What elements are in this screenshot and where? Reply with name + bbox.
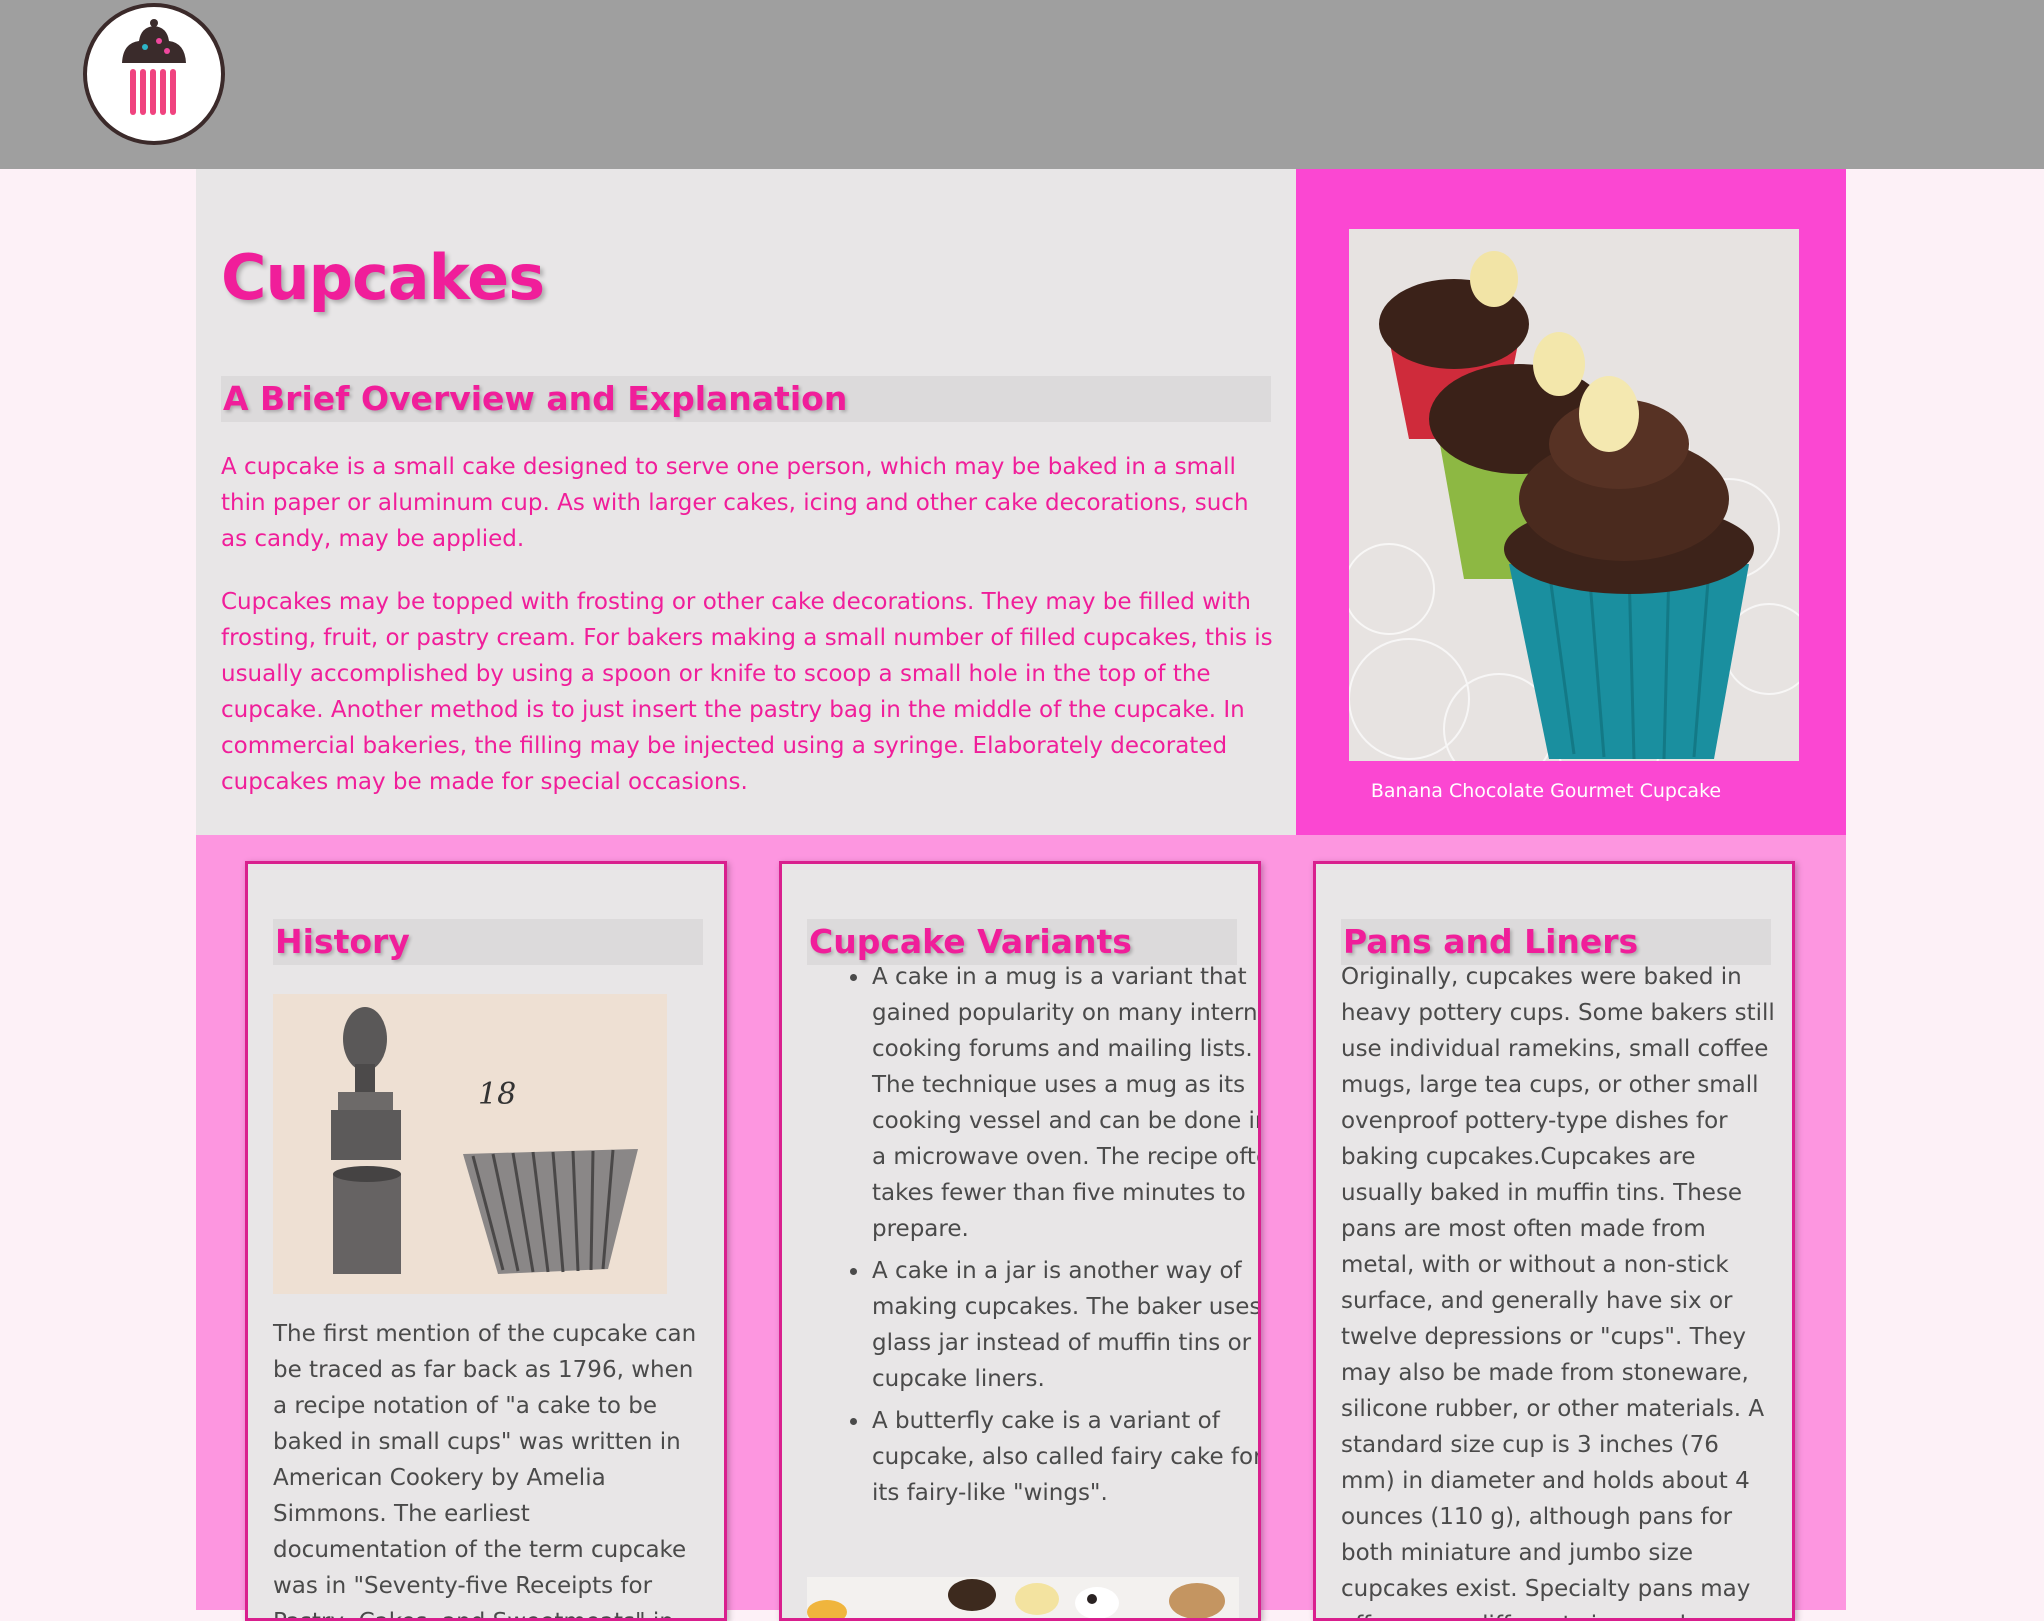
variants-list: A cake in a mug is a variant that gained…: [807, 959, 1258, 1517]
feature-panel: Banana Chocolate Gourmet Cupcake: [1296, 169, 1846, 835]
intro-paragraph-1: A cupcake is a small cake designed to se…: [221, 454, 1249, 552]
history-card: History 18 The first mention of the cupc…: [245, 861, 727, 1621]
history-text: The first mention of the cupcake can be …: [273, 1321, 697, 1618]
list-item: A cake in a mug is a variant that gained…: [870, 959, 1258, 1247]
history-title: History: [273, 919, 703, 965]
intro-paragraph-2: Cupcakes may be topped with frosting or …: [221, 589, 1273, 795]
intro-section: Cupcakes A Brief Overview and Explanatio…: [196, 169, 1296, 835]
cupcake-logo-icon: [122, 19, 186, 117]
page-title: Cupcakes: [221, 241, 545, 314]
variants-cupcakes-image: [807, 1577, 1239, 1618]
list-item: A butterfly cake is a variant of cupcake…: [870, 1403, 1258, 1511]
top-bar: [0, 0, 2044, 169]
svg-text:18: 18: [478, 1077, 516, 1112]
content-wrapper: Cupcakes A Brief Overview and Explanatio…: [196, 169, 1846, 1621]
feature-cupcake-photo: [1349, 229, 1799, 761]
site-logo[interactable]: [83, 3, 225, 145]
intro-subtitle: A Brief Overview and Explanation: [221, 376, 1271, 422]
list-item: A cake in a jar is another way of making…: [870, 1253, 1258, 1397]
pans-card: Pans and Liners Originally, cupcakes wer…: [1313, 861, 1795, 1621]
feature-caption: Banana Chocolate Gourmet Cupcake: [1370, 780, 1722, 802]
pans-text: Originally, cupcakes were baked in heavy…: [1341, 964, 1775, 1618]
history-engraving-image: 18: [273, 994, 667, 1294]
variants-card: Cupcake Variants A cake in a mug is a va…: [779, 861, 1261, 1621]
